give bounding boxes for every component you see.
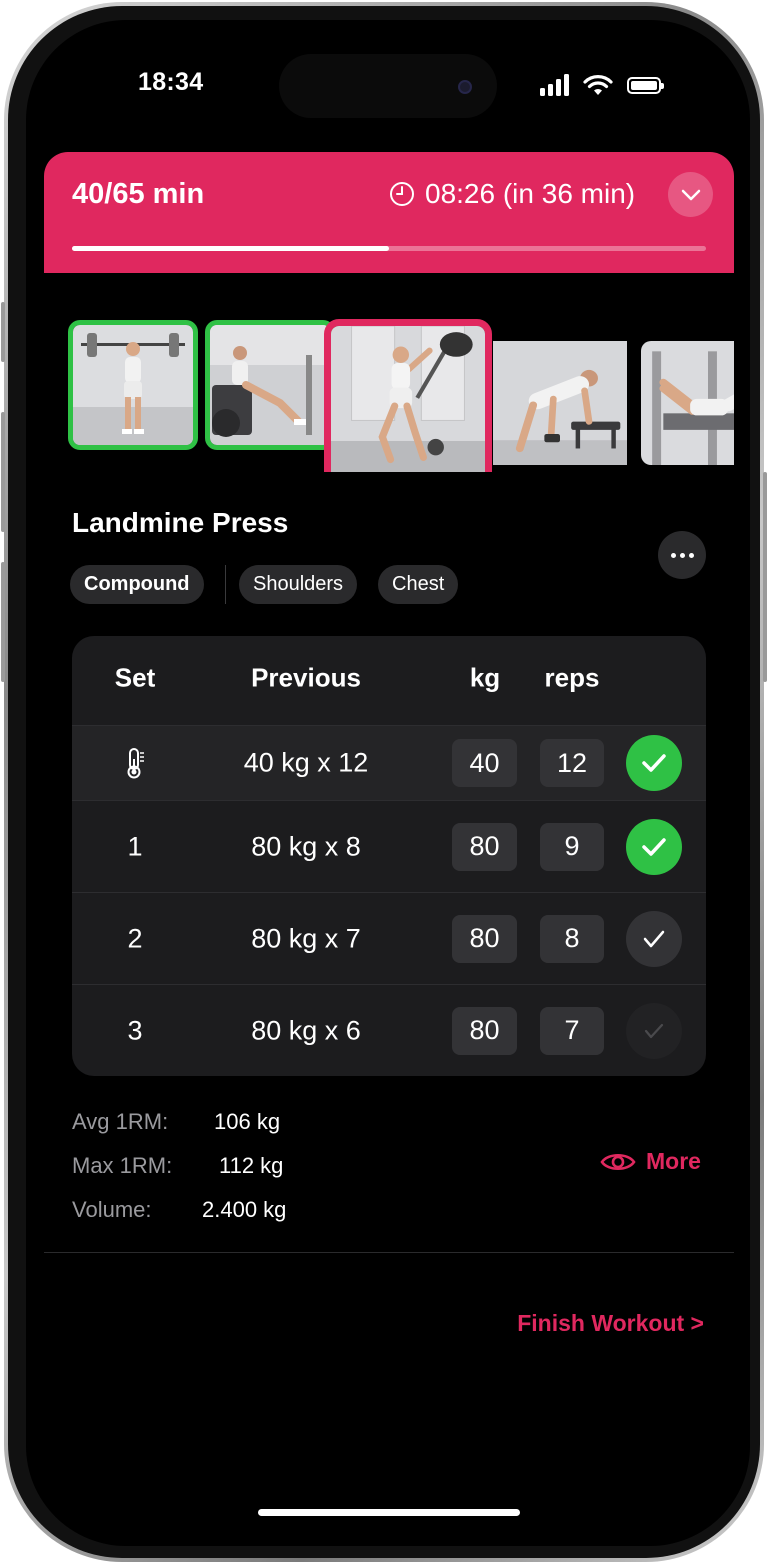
set-row-3: 3 80 kg x 6 80 7	[72, 984, 706, 1076]
front-camera	[458, 80, 472, 94]
column-header-previous: Previous	[251, 662, 361, 693]
set-row-1: 1 80 kg x 8 80 9	[72, 800, 706, 892]
exercise-image	[493, 341, 627, 465]
checkmark-icon	[642, 837, 666, 856]
clock-icon	[390, 182, 414, 206]
reps-input[interactable]: 7	[540, 1006, 604, 1055]
home-indicator[interactable]	[258, 1509, 520, 1516]
ellipsis-icon	[670, 552, 676, 558]
checkmark-icon	[644, 1023, 664, 1038]
complete-set-button[interactable]	[626, 1002, 682, 1059]
power-button	[763, 472, 767, 682]
volume-value: 2.400 kg	[202, 1197, 287, 1222]
exercise-carousel[interactable]	[44, 300, 734, 472]
set-row-2: 2 80 kg x 7 80 8	[72, 892, 706, 984]
set-number: 3	[127, 1015, 143, 1045]
reps-input[interactable]: 8	[540, 914, 604, 963]
tag-chest[interactable]: Chest	[378, 565, 459, 604]
checkmark-icon	[642, 754, 666, 772]
battery-icon	[627, 77, 664, 94]
wifi-icon	[583, 75, 613, 95]
set-number: 1	[127, 831, 143, 861]
more-stats-label: More	[646, 1148, 701, 1174]
volume-label: Volume:	[72, 1197, 152, 1222]
exercise-image	[210, 325, 330, 445]
exercise-thumbnail-landmine-press[interactable]	[324, 319, 492, 472]
previous-value: 40 kg x 12	[243, 747, 369, 778]
set-number: 2	[127, 923, 143, 953]
workout-timer-header: 40/65 min 08:26 (in 36 min)	[44, 152, 734, 273]
workout-progress-fill	[72, 246, 389, 251]
exercise-thumbnail-leg-raise[interactable]	[641, 341, 734, 465]
exercise-thumbnail-dumbbell-row[interactable]	[493, 341, 627, 465]
reps-input[interactable]: 12	[540, 739, 604, 787]
volume-down-button	[1, 562, 5, 682]
exercise-image	[641, 341, 734, 465]
avg-1rm-label: Avg 1RM:	[72, 1109, 169, 1134]
previous-value: 80 kg x 7	[251, 923, 361, 953]
exercise-title: Landmine Press	[72, 507, 289, 538]
eye-icon	[600, 1153, 636, 1170]
set-row-warmup: 40 kg x 12 40 12	[72, 725, 706, 800]
collapse-header-button[interactable]	[668, 172, 713, 217]
complete-set-button[interactable]	[626, 735, 682, 791]
volume-up-button	[1, 412, 5, 532]
more-stats-button[interactable]: More	[600, 1148, 701, 1175]
kg-input[interactable]: 40	[452, 739, 517, 787]
max-1rm-value: 112 kg	[219, 1153, 284, 1178]
tag-compound[interactable]: Compound	[70, 565, 204, 604]
exercise-image	[73, 325, 193, 445]
status-time: 18:34	[138, 68, 204, 96]
chevron-down-icon	[681, 189, 700, 200]
tag-shoulders[interactable]: Shoulders	[239, 565, 358, 604]
kg-input[interactable]: 80	[452, 1006, 517, 1055]
sets-table: Set Previous kg reps 40 kg x 12 40 12 1 …	[72, 636, 706, 1076]
workout-end-time: 08:26 (in 36 min)	[425, 178, 636, 209]
previous-value: 80 kg x 8	[251, 831, 361, 861]
column-header-set: Set	[114, 662, 156, 693]
complete-set-button[interactable]	[626, 910, 682, 967]
avg-1rm-value: 106 kg	[214, 1109, 281, 1134]
cellular-signal-icon	[540, 74, 569, 96]
exercise-image	[331, 326, 485, 472]
workout-progress-bar	[72, 246, 706, 251]
checkmark-icon	[643, 930, 665, 947]
action-button	[1, 302, 5, 362]
column-header-reps: reps	[544, 662, 600, 693]
previous-value: 80 kg x 6	[251, 1015, 361, 1045]
thermometer-icon	[127, 748, 144, 779]
exercise-options-button[interactable]	[658, 531, 706, 579]
reps-input[interactable]: 9	[540, 822, 604, 871]
elapsed-time: 40/65 min	[72, 178, 205, 210]
status-icons	[540, 72, 664, 96]
section-divider	[44, 1252, 734, 1253]
max-1rm-label: Max 1RM:	[72, 1153, 173, 1178]
tag-divider	[225, 565, 226, 604]
exercise-thumbnail-leg-press[interactable]	[205, 320, 335, 450]
exercise-thumbnail-squat[interactable]	[68, 320, 198, 450]
kg-input[interactable]: 80	[452, 822, 517, 871]
column-header-kg: kg	[469, 662, 501, 693]
phone-frame: 18:34 40/65 min 08:26 (in 36 min) Landmi…	[1, 2, 767, 1562]
finish-workout-button[interactable]: Finish Workout >	[517, 1310, 704, 1337]
app-screen: 18:34 40/65 min 08:26 (in 36 min) Landmi…	[26, 20, 750, 1546]
complete-set-button[interactable]	[626, 818, 682, 875]
kg-input[interactable]: 80	[452, 914, 517, 963]
